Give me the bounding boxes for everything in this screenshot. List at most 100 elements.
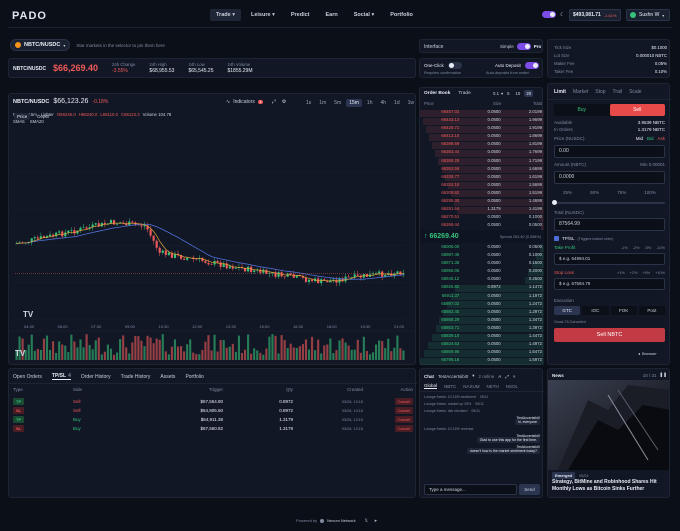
brand-logo[interactable]: PADO bbox=[12, 10, 47, 22]
user-menu-button[interactable]: Sushn W ▾ bbox=[626, 9, 670, 21]
orderbook-ask-row[interactable]: 66413.10 0.0500 1.8699 bbox=[420, 133, 544, 141]
auto-deposit-toggle[interactable] bbox=[524, 62, 539, 69]
buy-tab[interactable]: Buy bbox=[554, 107, 610, 113]
candle-body[interactable] bbox=[253, 270, 256, 273]
candle-body[interactable] bbox=[36, 237, 39, 239]
chat-channel-nsol[interactable]: NSOL bbox=[506, 384, 518, 389]
candle-body[interactable] bbox=[207, 262, 210, 265]
orderbook-ask-row[interactable]: 66398.69 0.0500 1.8199 bbox=[420, 141, 544, 149]
candle-body[interactable] bbox=[140, 225, 143, 227]
timeframe-1s[interactable]: 1s bbox=[303, 99, 314, 107]
nav-item-leisure[interactable]: Leisure ▾ bbox=[245, 9, 281, 21]
candle-body[interactable] bbox=[152, 235, 155, 241]
tab-price[interactable]: Price bbox=[14, 113, 31, 120]
orderbook-ask-row[interactable]: 66443.13 0.0500 1.9699 bbox=[420, 117, 544, 125]
order-type-scale[interactable]: Scale bbox=[629, 89, 642, 95]
cancel-button[interactable]: Cancel bbox=[394, 407, 413, 414]
execution-gtc[interactable]: GTC bbox=[554, 306, 581, 315]
orderbook-bid-row[interactable]: 65956.05 0.0500 0.2000 bbox=[420, 268, 544, 276]
sl-pct-10[interactable]: +10% bbox=[655, 271, 665, 275]
nav-item-social[interactable]: Social ▾ bbox=[348, 9, 381, 21]
orderbook-bid-row[interactable]: 65882.45 0.0500 1.2972 bbox=[420, 309, 544, 317]
take-profit-input[interactable]: $ e.g. 64994.01 bbox=[554, 253, 665, 265]
close-icon[interactable]: × bbox=[513, 374, 516, 379]
chat-channel-neth[interactable]: NETH bbox=[487, 384, 499, 389]
tab-assets[interactable]: Assets bbox=[160, 374, 175, 380]
timeframe-1d[interactable]: 1d bbox=[391, 99, 403, 107]
execution-post[interactable]: Post bbox=[638, 306, 665, 315]
sl-pct-5[interactable]: +5% bbox=[642, 271, 650, 275]
sl-pct-1[interactable]: +1% bbox=[617, 271, 625, 275]
nav-item-portfolio[interactable]: Portfolio bbox=[384, 9, 419, 21]
orderbook-bid-row[interactable]: 65926.82 0.8972 1.1472 bbox=[420, 284, 544, 292]
candle-body[interactable] bbox=[161, 250, 164, 253]
nav-item-predict[interactable]: Predict bbox=[285, 9, 316, 21]
pair-selector[interactable]: NBTC/NUSDC ▾ bbox=[10, 39, 71, 51]
orderbook-bid-row[interactable]: 66006.00 0.0500 0.0500 bbox=[420, 244, 544, 252]
candle-body[interactable] bbox=[210, 264, 213, 265]
price-chart[interactable]: 04:30 06:00 07:30 09:00 10:30 12:00 13:30 15:00… bbox=[9, 134, 417, 366]
chat-channel-naxum[interactable]: NAXUM bbox=[463, 384, 479, 389]
candle-body[interactable] bbox=[219, 262, 222, 267]
orderbook-ask-row[interactable]: 66383.44 0.0500 1.7699 bbox=[420, 149, 544, 157]
candle-body[interactable] bbox=[371, 273, 375, 275]
candle-body[interactable] bbox=[164, 250, 167, 255]
chat-send-button[interactable]: Send bbox=[519, 484, 540, 495]
amount-pct-50[interactable]: 50% bbox=[590, 190, 599, 195]
ask-price-shortcut[interactable]: Ask bbox=[657, 136, 665, 141]
tab-order-book[interactable]: Order Book bbox=[424, 91, 450, 96]
candle-body[interactable] bbox=[82, 227, 85, 229]
candle-body[interactable] bbox=[216, 260, 219, 263]
candle-body[interactable] bbox=[347, 276, 350, 278]
indicators-button[interactable]: Indicators bbox=[233, 99, 255, 105]
orderbook-ask-row[interactable]: 66269.44 0.0500 0.0500 bbox=[420, 222, 544, 230]
timeframe-15m[interactable]: 15m bbox=[346, 99, 362, 107]
chat-username[interactable]: TestAccertsibi0 bbox=[438, 374, 468, 379]
orderbook-ask-row[interactable]: 66295.30 0.0500 1.4699 bbox=[420, 198, 544, 206]
orderbook-bid-row[interactable]: 65809.96 0.0500 1.5472 bbox=[420, 349, 544, 357]
tpsl-checkbox[interactable] bbox=[554, 236, 559, 241]
tab-trade-history[interactable]: Trade History bbox=[121, 374, 151, 380]
execution-fok[interactable]: FOK bbox=[610, 306, 637, 315]
submit-sell-button[interactable]: Sell NBTC bbox=[554, 328, 665, 342]
orderbook-bid-row[interactable]: 65987.46 0.0500 0.1000 bbox=[420, 252, 544, 260]
wallet-balance[interactable]: $493,081.71 -1.61% bbox=[569, 9, 621, 21]
candle-body[interactable] bbox=[48, 234, 52, 237]
candle-body[interactable] bbox=[356, 274, 359, 276]
sl-pct-2[interactable]: +2% bbox=[630, 271, 638, 275]
mid-price-shortcut[interactable]: Mid bbox=[636, 136, 643, 141]
amount-pct-25[interactable]: 25% bbox=[563, 190, 572, 195]
simple-pro-toggle[interactable] bbox=[516, 43, 531, 50]
candle-body[interactable] bbox=[311, 279, 314, 282]
candle-body[interactable] bbox=[155, 240, 158, 248]
candle-body[interactable] bbox=[195, 258, 198, 260]
orderbook-ask-row[interactable]: 66270.51 0.0500 0.1000 bbox=[420, 214, 544, 222]
candle-body[interactable] bbox=[158, 247, 161, 253]
tab-trades[interactable]: Trade bbox=[458, 91, 470, 96]
candle-body[interactable] bbox=[116, 223, 119, 225]
cancel-button[interactable]: Cancel bbox=[394, 416, 413, 423]
orderbook-ask-row[interactable]: 66339.77 0.0500 1.6199 bbox=[420, 174, 544, 182]
orderbook-bid-row[interactable]: 65940.12 0.0500 0.2500 bbox=[420, 276, 544, 284]
timeframe-1m[interactable]: 1m bbox=[316, 99, 329, 107]
expand-icon[interactable]: ⤢ bbox=[505, 374, 509, 379]
candle-body[interactable] bbox=[247, 266, 250, 272]
price-input[interactable]: 0.00 bbox=[554, 145, 665, 158]
news-headline[interactable]: Strategy, BitMine and Robinhood Shares H… bbox=[552, 479, 667, 492]
bid-price-shortcut[interactable]: Bid bbox=[647, 136, 654, 141]
tp-pct-1[interactable]: -1% bbox=[621, 246, 628, 250]
orderbook-ask-row[interactable]: 66428.71 0.0500 1.9199 bbox=[420, 125, 544, 133]
candle-body[interactable] bbox=[33, 237, 36, 239]
execution-ioc[interactable]: IOC bbox=[582, 306, 609, 315]
candle-body[interactable] bbox=[307, 279, 311, 282]
stop-loss-input[interactable]: $ e.g. 67594.79 bbox=[554, 278, 665, 290]
tp-pct-10[interactable]: -10% bbox=[656, 246, 665, 250]
cancel-button[interactable]: Cancel bbox=[394, 425, 413, 432]
order-type-trail[interactable]: Trail bbox=[613, 89, 623, 95]
candle-body[interactable] bbox=[94, 223, 97, 225]
orderbook-ask-row[interactable]: 66281.64 1.3179 1.4199 bbox=[420, 206, 544, 214]
candle-body[interactable] bbox=[378, 271, 381, 274]
network-link[interactable]: Nexum Network bbox=[327, 518, 355, 523]
tp-pct-5[interactable]: -5% bbox=[644, 246, 651, 250]
tp-pct-2[interactable]: -2% bbox=[633, 246, 640, 250]
